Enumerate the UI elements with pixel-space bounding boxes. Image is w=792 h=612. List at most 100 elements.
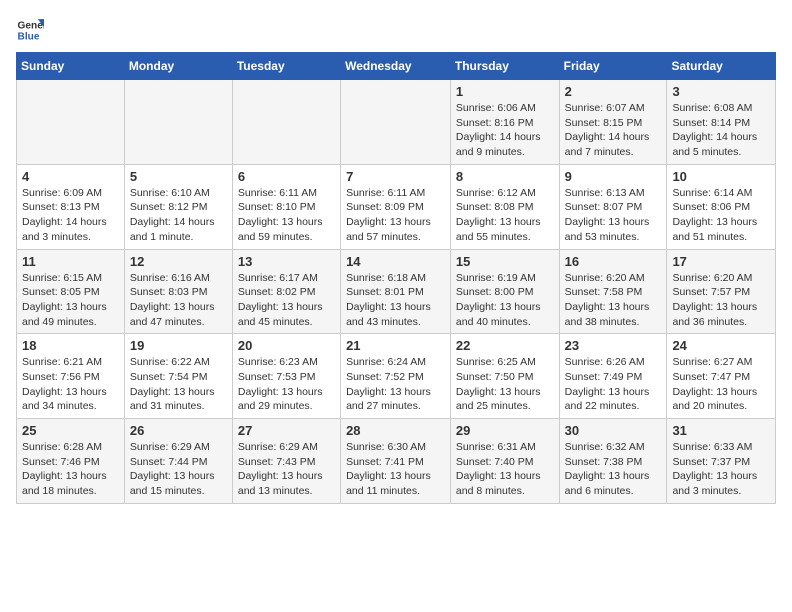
calendar-week-row: 4Sunrise: 6:09 AM Sunset: 8:13 PM Daylig… bbox=[17, 164, 776, 249]
day-info: Sunrise: 6:12 AM Sunset: 8:08 PM Dayligh… bbox=[456, 186, 554, 245]
day-number: 11 bbox=[22, 254, 119, 269]
weekday-header: Thursday bbox=[450, 53, 559, 80]
calendar-cell bbox=[232, 80, 340, 165]
calendar-cell: 13 Sunrise: 6:17 AM Sunset: 8:02 PM Dayli… bbox=[232, 249, 340, 334]
svg-text:Blue: Blue bbox=[18, 31, 40, 42]
day-number: 26 bbox=[130, 423, 227, 438]
calendar-cell: 4Sunrise: 6:09 AM Sunset: 8:13 PM Daylig… bbox=[17, 164, 125, 249]
calendar-body: 1 Sunrise: 6:06 AM Sunset: 8:16 PM Daylig… bbox=[17, 80, 776, 504]
calendar-cell: 16 Sunrise: 6:20 AM Sunset: 7:58 PM Dayli… bbox=[559, 249, 667, 334]
calendar-cell: 21Sunrise: 6:24 AM Sunset: 7:52 PM Dayli… bbox=[341, 334, 451, 419]
calendar-week-row: 18 Sunrise: 6:21 AM Sunset: 7:56 PM Dayli… bbox=[17, 334, 776, 419]
day-number: 8 bbox=[456, 169, 554, 184]
day-info: Sunrise: 6:10 AM Sunset: 8:12 PM Dayligh… bbox=[130, 186, 227, 245]
day-number: 19 bbox=[130, 338, 227, 353]
weekday-header: Wednesday bbox=[341, 53, 451, 80]
calendar-cell: 26Sunrise: 6:29 AM Sunset: 7:44 PM Dayli… bbox=[124, 419, 232, 504]
calendar-cell: 8 Sunrise: 6:12 AM Sunset: 8:08 PM Daylig… bbox=[450, 164, 559, 249]
calendar-cell: 19 Sunrise: 6:22 AM Sunset: 7:54 PM Dayli… bbox=[124, 334, 232, 419]
day-number: 16 bbox=[565, 254, 662, 269]
calendar-week-row: 1 Sunrise: 6:06 AM Sunset: 8:16 PM Daylig… bbox=[17, 80, 776, 165]
day-number: 21 bbox=[346, 338, 445, 353]
day-info: Sunrise: 6:14 AM Sunset: 8:06 PM Dayligh… bbox=[672, 186, 770, 245]
day-number: 28 bbox=[346, 423, 445, 438]
calendar-cell: 30 Sunrise: 6:32 AM Sunset: 7:38 PM Dayli… bbox=[559, 419, 667, 504]
calendar-cell: 31 Sunrise: 6:33 AM Sunset: 7:37 PM Dayli… bbox=[667, 419, 776, 504]
weekday-header: Friday bbox=[559, 53, 667, 80]
day-number: 24 bbox=[672, 338, 770, 353]
day-number: 4 bbox=[22, 169, 119, 184]
calendar-cell: 25 Sunrise: 6:28 AM Sunset: 7:46 PM Dayli… bbox=[17, 419, 125, 504]
day-info: Sunrise: 6:32 AM Sunset: 7:38 PM Dayligh… bbox=[565, 440, 662, 499]
day-number: 7 bbox=[346, 169, 445, 184]
day-info: Sunrise: 6:28 AM Sunset: 7:46 PM Dayligh… bbox=[22, 440, 119, 499]
day-number: 14 bbox=[346, 254, 445, 269]
weekday-header: Monday bbox=[124, 53, 232, 80]
day-info: Sunrise: 6:19 AM Sunset: 8:00 PM Dayligh… bbox=[456, 271, 554, 330]
day-info: Sunrise: 6:23 AM Sunset: 7:53 PM Dayligh… bbox=[238, 355, 335, 414]
day-number: 23 bbox=[565, 338, 662, 353]
day-info: Sunrise: 6:27 AM Sunset: 7:47 PM Dayligh… bbox=[672, 355, 770, 414]
calendar-cell: 7 Sunrise: 6:11 AM Sunset: 8:09 PM Daylig… bbox=[341, 164, 451, 249]
day-info: Sunrise: 6:26 AM Sunset: 7:49 PM Dayligh… bbox=[565, 355, 662, 414]
day-number: 30 bbox=[565, 423, 662, 438]
day-number: 18 bbox=[22, 338, 119, 353]
calendar-week-row: 25 Sunrise: 6:28 AM Sunset: 7:46 PM Dayli… bbox=[17, 419, 776, 504]
calendar-cell bbox=[341, 80, 451, 165]
day-info: Sunrise: 6:11 AM Sunset: 8:09 PM Dayligh… bbox=[346, 186, 445, 245]
day-info: Sunrise: 6:08 AM Sunset: 8:14 PM Dayligh… bbox=[672, 101, 770, 160]
day-number: 25 bbox=[22, 423, 119, 438]
day-info: Sunrise: 6:13 AM Sunset: 8:07 PM Dayligh… bbox=[565, 186, 662, 245]
weekday-header: Saturday bbox=[667, 53, 776, 80]
day-number: 10 bbox=[672, 169, 770, 184]
calendar-cell: 12Sunrise: 6:16 AM Sunset: 8:03 PM Dayli… bbox=[124, 249, 232, 334]
weekday-header: Tuesday bbox=[232, 53, 340, 80]
calendar-cell: 1 Sunrise: 6:06 AM Sunset: 8:16 PM Daylig… bbox=[450, 80, 559, 165]
calendar-cell: 29Sunrise: 6:31 AM Sunset: 7:40 PM Dayli… bbox=[450, 419, 559, 504]
calendar-cell bbox=[17, 80, 125, 165]
day-number: 15 bbox=[456, 254, 554, 269]
calendar-cell: 27Sunrise: 6:29 AM Sunset: 7:43 PM Dayli… bbox=[232, 419, 340, 504]
calendar-cell: 22Sunrise: 6:25 AM Sunset: 7:50 PM Dayli… bbox=[450, 334, 559, 419]
day-number: 6 bbox=[238, 169, 335, 184]
day-number: 27 bbox=[238, 423, 335, 438]
calendar-cell: 23 Sunrise: 6:26 AM Sunset: 7:49 PM Dayli… bbox=[559, 334, 667, 419]
day-number: 2 bbox=[565, 84, 662, 99]
calendar-cell: 28 Sunrise: 6:30 AM Sunset: 7:41 PM Dayli… bbox=[341, 419, 451, 504]
day-info: Sunrise: 6:11 AM Sunset: 8:10 PM Dayligh… bbox=[238, 186, 335, 245]
calendar-cell: 17Sunrise: 6:20 AM Sunset: 7:57 PM Dayli… bbox=[667, 249, 776, 334]
calendar-cell: 3Sunrise: 6:08 AM Sunset: 8:14 PM Daylig… bbox=[667, 80, 776, 165]
svg-text:General: General bbox=[18, 20, 44, 31]
day-number: 13 bbox=[238, 254, 335, 269]
day-info: Sunrise: 6:15 AM Sunset: 8:05 PM Dayligh… bbox=[22, 271, 119, 330]
calendar-cell: 9Sunrise: 6:13 AM Sunset: 8:07 PM Daylig… bbox=[559, 164, 667, 249]
day-info: Sunrise: 6:17 AM Sunset: 8:02 PM Dayligh… bbox=[238, 271, 335, 330]
calendar-cell: 11 Sunrise: 6:15 AM Sunset: 8:05 PM Dayli… bbox=[17, 249, 125, 334]
calendar-week-row: 11 Sunrise: 6:15 AM Sunset: 8:05 PM Dayli… bbox=[17, 249, 776, 334]
day-info: Sunrise: 6:16 AM Sunset: 8:03 PM Dayligh… bbox=[130, 271, 227, 330]
calendar-cell: 14 Sunrise: 6:18 AM Sunset: 8:01 PM Dayli… bbox=[341, 249, 451, 334]
weekday-header: Sunday bbox=[17, 53, 125, 80]
day-info: Sunrise: 6:18 AM Sunset: 8:01 PM Dayligh… bbox=[346, 271, 445, 330]
day-info: Sunrise: 6:22 AM Sunset: 7:54 PM Dayligh… bbox=[130, 355, 227, 414]
day-info: Sunrise: 6:33 AM Sunset: 7:37 PM Dayligh… bbox=[672, 440, 770, 499]
day-number: 31 bbox=[672, 423, 770, 438]
calendar-table: SundayMondayTuesdayWednesdayThursdayFrid… bbox=[16, 52, 776, 504]
day-info: Sunrise: 6:30 AM Sunset: 7:41 PM Dayligh… bbox=[346, 440, 445, 499]
day-number: 20 bbox=[238, 338, 335, 353]
day-number: 1 bbox=[456, 84, 554, 99]
day-info: Sunrise: 6:21 AM Sunset: 7:56 PM Dayligh… bbox=[22, 355, 119, 414]
calendar-cell: 5Sunrise: 6:10 AM Sunset: 8:12 PM Daylig… bbox=[124, 164, 232, 249]
calendar-cell: 2 Sunrise: 6:07 AM Sunset: 8:15 PM Daylig… bbox=[559, 80, 667, 165]
day-info: Sunrise: 6:07 AM Sunset: 8:15 PM Dayligh… bbox=[565, 101, 662, 160]
day-info: Sunrise: 6:06 AM Sunset: 8:16 PM Dayligh… bbox=[456, 101, 554, 160]
day-number: 17 bbox=[672, 254, 770, 269]
weekday-row: SundayMondayTuesdayWednesdayThursdayFrid… bbox=[17, 53, 776, 80]
day-number: 22 bbox=[456, 338, 554, 353]
calendar-cell bbox=[124, 80, 232, 165]
calendar-cell: 18 Sunrise: 6:21 AM Sunset: 7:56 PM Dayli… bbox=[17, 334, 125, 419]
calendar-header: SundayMondayTuesdayWednesdayThursdayFrid… bbox=[17, 53, 776, 80]
logo: General Blue bbox=[16, 16, 48, 44]
calendar-cell: 10 Sunrise: 6:14 AM Sunset: 8:06 PM Dayli… bbox=[667, 164, 776, 249]
day-info: Sunrise: 6:20 AM Sunset: 7:58 PM Dayligh… bbox=[565, 271, 662, 330]
